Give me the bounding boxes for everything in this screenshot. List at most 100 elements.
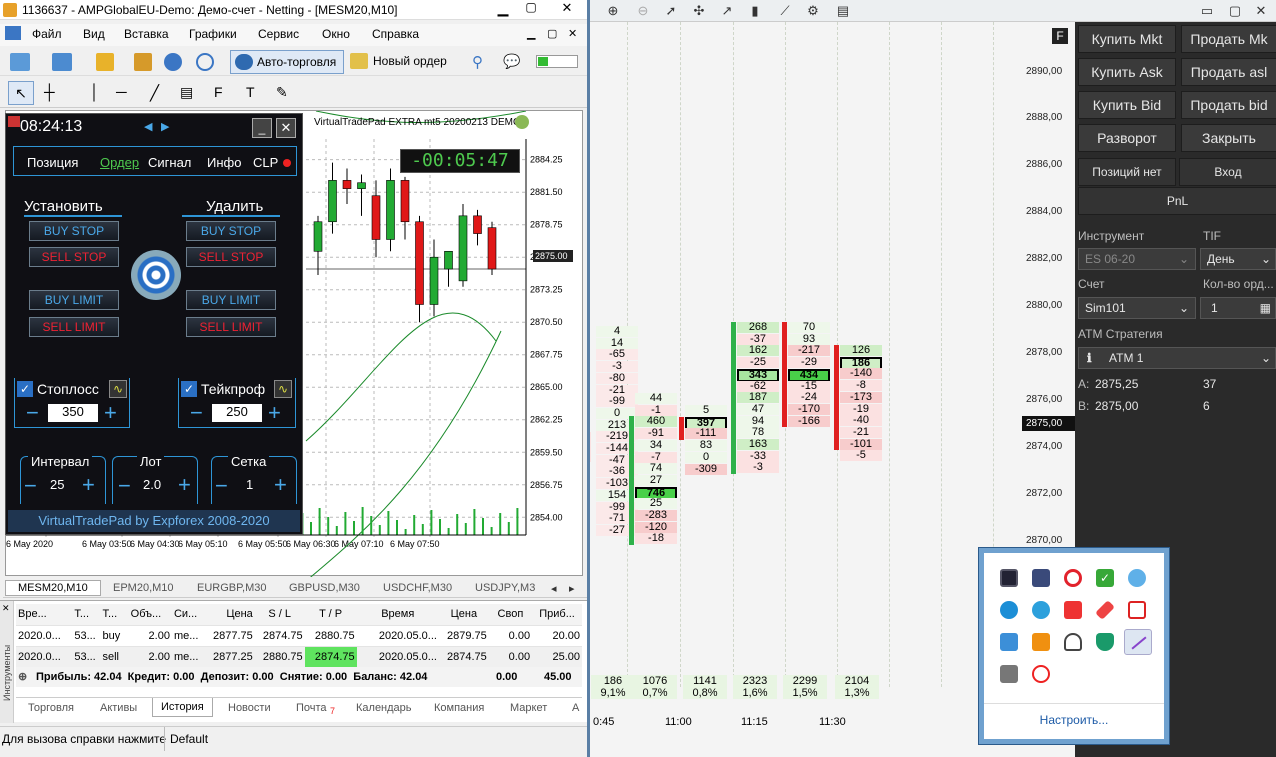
navigator-icon[interactable] bbox=[164, 53, 182, 71]
minimize-panel-icon[interactable]: _ bbox=[252, 118, 272, 138]
menu-window[interactable]: Окно bbox=[322, 27, 350, 41]
column-header[interactable]: Т... bbox=[100, 604, 129, 626]
symbol-tab-eurgbp[interactable]: EURGBP,M30 bbox=[197, 582, 267, 594]
lot-plus-button[interactable]: + bbox=[178, 474, 191, 496]
mdi-restore-icon[interactable]: ▢ bbox=[547, 27, 557, 40]
symbol-tab-mesm20[interactable]: MESM20,M10 bbox=[5, 580, 101, 596]
column-header[interactable]: Приб... bbox=[532, 604, 582, 626]
takeprofit-checkbox[interactable]: ✓ bbox=[181, 381, 197, 397]
interval-minus-button[interactable]: − bbox=[24, 475, 37, 497]
menu-help[interactable]: Справка bbox=[372, 27, 419, 41]
crosshair-icon[interactable]: ┼ bbox=[44, 84, 55, 101]
autotrade-button[interactable]: Авто-торговля bbox=[230, 50, 344, 74]
new-chart-icon[interactable] bbox=[10, 53, 30, 71]
window-minimize-icon[interactable]: ▭ bbox=[1197, 2, 1217, 20]
interval-value[interactable]: 25 bbox=[50, 477, 64, 492]
table-row[interactable]: 2020.0... 53... sell 2.00 me... 2877.25 … bbox=[16, 646, 582, 668]
tab-market[interactable]: Маркет bbox=[510, 702, 547, 714]
close-button[interactable]: Закрыть bbox=[1181, 124, 1276, 152]
f-badge[interactable]: F bbox=[1052, 28, 1068, 44]
stoploss-minus-button[interactable]: − bbox=[26, 402, 39, 424]
opera-icon[interactable] bbox=[1064, 569, 1082, 587]
menu-insert[interactable]: Вставка bbox=[124, 27, 169, 41]
telegram-icon[interactable] bbox=[1032, 601, 1050, 619]
target-icon[interactable] bbox=[131, 250, 181, 300]
tab-more[interactable]: А bbox=[572, 702, 579, 714]
tab-clp[interactable]: CLP bbox=[253, 155, 278, 170]
scroll-left-icon[interactable]: ◂ bbox=[551, 582, 557, 595]
delete-sell-limit-button[interactable]: SELL LIMIT bbox=[186, 317, 276, 337]
reverse-button[interactable]: Разворот bbox=[1078, 124, 1176, 152]
column-header[interactable]: Вре... bbox=[16, 604, 73, 626]
symbol-tab-usdchf[interactable]: USDCHF,M30 bbox=[383, 582, 452, 594]
sell-limit-button[interactable]: SELL LIMIT bbox=[29, 317, 119, 337]
column-header[interactable]: Объ... bbox=[128, 604, 172, 626]
profiles-icon[interactable] bbox=[52, 53, 72, 71]
menu-view[interactable]: Вид bbox=[83, 27, 105, 41]
buy-limit-button[interactable]: BUY LIMIT bbox=[29, 290, 119, 310]
data-window-icon[interactable] bbox=[134, 53, 152, 71]
stoploss-checkbox[interactable]: ✓ bbox=[17, 381, 33, 397]
yandex-icon[interactable] bbox=[1032, 665, 1050, 683]
sell-ask-button[interactable]: Продать asl bbox=[1181, 58, 1276, 86]
channel-icon[interactable]: ▤ bbox=[180, 84, 193, 101]
flag-icon[interactable] bbox=[1128, 601, 1146, 619]
buy-bid-button[interactable]: Купить Bid bbox=[1078, 91, 1176, 119]
tab-history[interactable]: История bbox=[152, 698, 213, 717]
instrument-select[interactable]: ES 06-20 ⌄ bbox=[1078, 248, 1196, 270]
usb-icon[interactable] bbox=[1095, 600, 1115, 620]
zoom-in-icon[interactable]: ⊕ bbox=[603, 2, 623, 20]
settings-icon[interactable]: ⚙ bbox=[803, 2, 823, 20]
sell-stop-button[interactable]: SELL STOP bbox=[29, 247, 119, 267]
bar-chart-icon[interactable]: ▮ bbox=[745, 2, 765, 20]
anydesk-icon[interactable] bbox=[1064, 601, 1082, 619]
delete-buy-stop-button[interactable]: BUY STOP bbox=[186, 221, 276, 241]
account-select[interactable]: Sim101 ⌄ bbox=[1078, 297, 1196, 319]
delete-buy-limit-button[interactable]: BUY LIMIT bbox=[186, 290, 276, 310]
grid-minus-button[interactable]: − bbox=[215, 475, 228, 497]
column-header[interactable]: S / L bbox=[254, 604, 305, 626]
tab-news[interactable]: Новости bbox=[228, 702, 271, 714]
new-order-button[interactable]: Новый ордер bbox=[350, 50, 455, 74]
tab-order[interactable]: Ордер bbox=[100, 155, 139, 170]
signals-icon[interactable] bbox=[196, 53, 214, 71]
symbol-tab-epm20[interactable]: EPM20,M10 bbox=[113, 582, 174, 594]
cloud-icon[interactable] bbox=[1128, 569, 1146, 587]
mdi-close-icon[interactable]: ✕ bbox=[568, 27, 577, 40]
takeprofit-minus-button[interactable]: − bbox=[190, 402, 203, 424]
tab-mail[interactable]: Почта bbox=[296, 702, 327, 714]
configure-link[interactable]: Настроить... bbox=[984, 713, 1164, 727]
cursor-icon[interactable]: ↖ bbox=[8, 81, 34, 105]
tab-trade[interactable]: Торговля bbox=[28, 702, 74, 714]
scroll-right-icon[interactable]: ▸ bbox=[569, 582, 575, 595]
menu-file[interactable]: Файл bbox=[32, 27, 62, 41]
draw-tool-icon[interactable]: ↗ bbox=[717, 2, 737, 20]
close-terminal-icon[interactable]: ✕ bbox=[2, 603, 10, 614]
zoom-out-icon[interactable]: ⊖ bbox=[633, 2, 653, 20]
delete-sell-stop-button[interactable]: SELL STOP bbox=[186, 247, 276, 267]
sell-mkt-button[interactable]: Продать Mk bbox=[1181, 25, 1276, 53]
network-icon[interactable] bbox=[1000, 633, 1018, 651]
column-header[interactable]: T / P bbox=[304, 604, 357, 626]
monitor-icon[interactable] bbox=[1000, 569, 1018, 587]
app-icon[interactable] bbox=[1032, 633, 1050, 651]
next-arrow-icon[interactable]: ▶ bbox=[161, 120, 169, 133]
column-header[interactable]: Си... bbox=[171, 604, 203, 626]
tif-select[interactable]: День ⌄ bbox=[1200, 248, 1276, 270]
pointer-icon[interactable]: ➚ bbox=[661, 2, 681, 20]
fibo-icon[interactable]: F bbox=[214, 84, 223, 100]
shield-icon[interactable] bbox=[1096, 633, 1114, 651]
column-header[interactable]: Т... bbox=[72, 604, 101, 626]
menu-tools[interactable]: Сервис bbox=[258, 27, 299, 41]
lot-value[interactable]: 2.0 bbox=[143, 477, 161, 492]
buy-mkt-button[interactable]: Купить Mkt bbox=[1078, 25, 1176, 53]
market-watch-icon[interactable] bbox=[96, 53, 114, 71]
teamviewer-icon[interactable] bbox=[1000, 601, 1018, 619]
column-header[interactable]: Цена bbox=[202, 604, 255, 626]
stoploss-plus-button[interactable]: + bbox=[104, 402, 117, 424]
check-icon[interactable]: ✓ bbox=[1096, 569, 1114, 587]
maximize-icon[interactable]: ▢ bbox=[516, 0, 546, 19]
close-icon[interactable]: ✕ bbox=[548, 0, 586, 19]
wave-icon[interactable]: ∿ bbox=[274, 380, 292, 398]
grid-plus-button[interactable]: + bbox=[274, 474, 287, 496]
